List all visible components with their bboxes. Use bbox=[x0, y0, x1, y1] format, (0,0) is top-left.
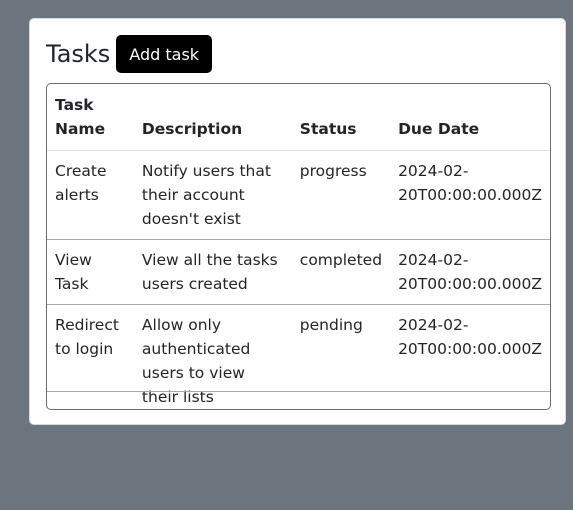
table-bottom-divider bbox=[47, 391, 550, 392]
task-description-cell: Allow only authenticated users to view t… bbox=[133, 304, 292, 409]
tasks-table: Task Name Description Status Due Date Cr… bbox=[47, 84, 550, 409]
table-row: Redirect to login Allow only authenticat… bbox=[47, 304, 550, 409]
task-name-cell: View Task bbox=[47, 239, 134, 305]
task-status-cell: completed bbox=[291, 239, 391, 305]
table-body: Create alerts Notify users that their ac… bbox=[47, 150, 550, 409]
column-header-due-date: Due Date bbox=[398, 120, 480, 138]
task-description-cell: View all the tasks users created bbox=[133, 239, 292, 305]
table-header: Task Name Description Status Due Date bbox=[47, 84, 550, 151]
task-status-cell: pending bbox=[291, 304, 391, 409]
tasks-card: Tasks Add task Task Name Description Sta… bbox=[29, 18, 566, 425]
table-row: Create alerts Notify users that their ac… bbox=[47, 150, 550, 240]
task-name-cell: Redirect to login bbox=[47, 304, 134, 409]
card-header: Tasks Add task bbox=[46, 35, 213, 73]
task-due-date-cell: 2024-02-20T00:00:00.000Z bbox=[390, 239, 550, 305]
column-header-description: Description bbox=[141, 120, 243, 138]
column-header-task-name: Task Name bbox=[55, 96, 106, 138]
tasks-table-container: Task Name Description Status Due Date Cr… bbox=[46, 83, 551, 410]
page-title: Tasks bbox=[46, 40, 111, 68]
task-due-date-cell: 2024-02-20T00:00:00.000Z bbox=[390, 304, 550, 409]
add-task-button[interactable]: Add task bbox=[116, 35, 213, 73]
task-status-cell: progress bbox=[291, 150, 391, 240]
table-row: View Task View all the tasks users creat… bbox=[47, 239, 550, 305]
task-description-cell: Notify users that their account doesn't … bbox=[133, 150, 292, 240]
column-header-status: Status bbox=[299, 120, 357, 138]
task-name-cell: Create alerts bbox=[47, 150, 134, 240]
task-due-date-cell: 2024-02-20T00:00:00.000Z bbox=[390, 150, 550, 240]
table-header-row: Task Name Description Status Due Date bbox=[47, 84, 550, 151]
